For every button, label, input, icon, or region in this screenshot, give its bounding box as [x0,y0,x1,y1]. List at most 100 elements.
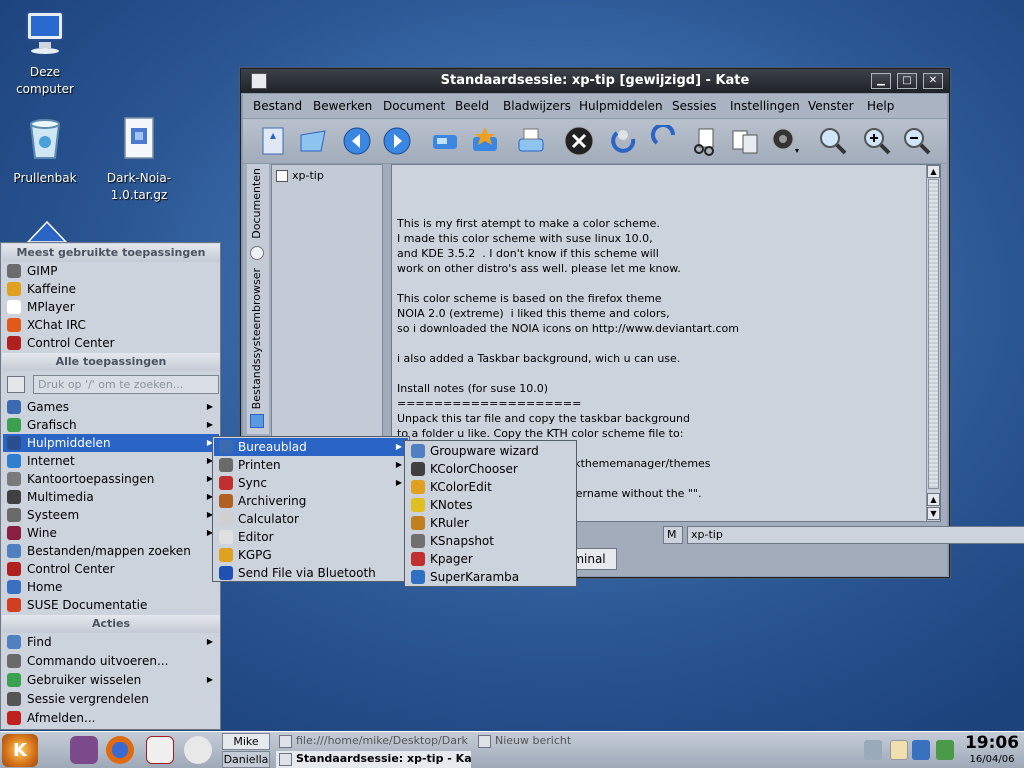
menu-item-suse-documentatie[interactable]: SUSE Documentatie [3,596,219,614]
tray-user-icon[interactable] [936,740,954,760]
task-konqueror[interactable]: file:///home/mike/Desktop/Dark [276,733,471,750]
menu-item-multimedia[interactable]: Multimedia ▶ [3,488,219,506]
mail-launcher-icon[interactable] [146,736,174,764]
menu-item-control-center[interactable]: Control Center [3,334,219,352]
print-icon[interactable] [515,125,547,157]
kate-titlebar[interactable]: Standaardsessie: xp-tip [gewijzigd] - Ka… [241,69,949,93]
menu-bewerken[interactable]: Bewerken [313,99,372,113]
submenu-item-kcolorchooser[interactable]: KColorChooser [406,460,575,478]
tray-network-icon[interactable] [864,740,882,760]
scroll-up-button[interactable]: ▲ [927,165,940,178]
submenu-item-printen[interactable]: Printen ▶ [214,456,408,474]
menu-item-bestanden-mappen-zoeken[interactable]: Bestanden/mappen zoeken [3,542,219,560]
desktop-pager-daniella[interactable]: Daniella [222,751,270,768]
minimize-button[interactable]: ▁ [871,73,891,89]
archive-icon [219,494,233,508]
menu-hulpmiddelen[interactable]: Hulpmiddelen [579,99,663,113]
document-item[interactable]: xp-tip [276,169,324,182]
menu-venster[interactable]: Venster [808,99,854,113]
forward-icon[interactable] [381,125,413,157]
menu-help[interactable]: Help [867,99,894,113]
chat-launcher-icon[interactable] [184,736,212,764]
menu-item-hulpmiddelen[interactable]: Hulpmiddelen ▶ [3,434,219,452]
terminal-launcher-icon[interactable] [70,736,98,764]
submenu-item-superkaramba[interactable]: SuperKaramba [406,568,575,586]
submenu-item-send-file-via-bluetooth[interactable]: Send File via Bluetooth [214,564,408,582]
menu-bestand[interactable]: Bestand [253,99,302,113]
menu-item-home[interactable]: Home [3,578,219,596]
undo-icon[interactable] [609,125,641,157]
menu-item-sessie-vergrendelen[interactable]: Sessie vergrendelen [3,690,219,708]
menu-search-input[interactable]: Druk op '/' om te zoeken... [33,375,219,394]
firefox-launcher-icon[interactable] [106,736,134,764]
menu-beeld[interactable]: Beeld [455,99,489,113]
desktop-pager-mike[interactable]: Mike [222,733,270,750]
submenu-item-sync[interactable]: Sync ▶ [214,474,408,492]
desktop-icon-computer[interactable]: Deze computer [0,8,90,98]
task-new-message[interactable]: Nieuw bericht [475,733,595,750]
menu-item-gimp[interactable]: GIMP [3,262,219,280]
zoom-in-icon[interactable] [861,125,893,157]
clock[interactable]: 19:06 16/04/06 [960,733,1024,766]
menu-sessies[interactable]: Sessies [672,99,716,113]
new-document-icon[interactable] [257,125,289,157]
desktop-icon-trash[interactable]: Prullenbak [0,114,90,187]
close-document-icon[interactable] [563,125,595,157]
open-folder-icon[interactable] [297,125,329,157]
submenu-item-knotes[interactable]: KNotes [406,496,575,514]
vertical-scrollbar[interactable]: ▲ ▲ ▼ [926,165,940,521]
submenu-item-editor[interactable]: Editor [214,528,408,546]
submenu-item-kruler[interactable]: KRuler [406,514,575,532]
tab-documents[interactable]: Documenten [250,168,263,239]
kate-app-icon[interactable] [251,73,267,89]
menu-item-kantoortoepassingen[interactable]: Kantoortoepassingen ▶ [3,470,219,488]
submenu-item-kgpg[interactable]: KGPG [214,546,408,564]
submenu-item-kcoloredit[interactable]: KColorEdit [406,478,575,496]
paste-icon[interactable] [769,125,801,157]
menu-item-xchat-irc[interactable]: XChat IRC [3,316,219,334]
clear-search-button[interactable] [7,376,25,393]
submenu-item-calculator[interactable]: Calculator [214,510,408,528]
menu-item-grafisch[interactable]: Grafisch ▶ [3,416,219,434]
save-icon[interactable] [429,125,461,157]
menu-item-wine[interactable]: Wine ▶ [3,524,219,542]
desktop-icon-archive[interactable]: Dark-Noia-1.0.tar.gz [94,114,184,204]
tray-volume-icon[interactable] [912,740,930,760]
menu-item-afmelden[interactable]: Afmelden... [3,709,219,727]
menu-item-find[interactable]: Find ▶ [3,633,219,651]
menu-bladwijzers[interactable]: Bladwijzers [503,99,571,113]
menu-item-control-center[interactable]: Control Center [3,560,219,578]
back-icon[interactable] [341,125,373,157]
scroll-up-button-lower[interactable]: ▲ [927,493,940,506]
tray-clipboard-icon[interactable] [890,740,908,760]
submenu-item-kpager[interactable]: Kpager [406,550,575,568]
menu-item-kaffeine[interactable]: Kaffeine [3,280,219,298]
menu-item-gebruiker-wisselen[interactable]: Gebruiker wisselen ▶ [3,671,219,689]
save-as-icon[interactable] [469,125,501,157]
menu-item-commando-uitvoeren[interactable]: Commando uitvoeren... [3,652,219,670]
zoom-out-icon[interactable] [901,125,933,157]
home-folder-icon[interactable] [24,218,70,244]
scroll-down-button[interactable]: ▼ [927,507,940,520]
menu-item-games[interactable]: Games ▶ [3,398,219,416]
find-icon[interactable] [817,125,849,157]
cut-icon[interactable] [689,125,721,157]
submenu-item-ksnapshot[interactable]: KSnapshot [406,532,575,550]
k-menu-button[interactable]: K [2,734,38,767]
redo-icon[interactable] [649,125,681,157]
submenu-item-archivering[interactable]: Archivering [214,492,408,510]
submenu-item-groupware-wizard[interactable]: Groupware wizard [406,442,575,460]
tab-filesystem-browser[interactable]: Bestandssysteembrowser [250,268,263,409]
menu-item-systeem[interactable]: Systeem ▶ [3,506,219,524]
close-button[interactable]: ✕ [923,73,943,89]
menu-item-mplayer[interactable]: MPlayer [3,298,219,316]
menu-instellingen[interactable]: Instellingen [730,99,800,113]
scroll-thumb[interactable] [928,179,939,489]
desktop-icon-label: Dark-Noia-1.0.tar.gz [106,171,172,202]
maximize-button[interactable]: □ [897,73,917,89]
menu-item-internet[interactable]: Internet ▶ [3,452,219,470]
menu-document[interactable]: Document [383,99,445,113]
submenu-item-bureaublad[interactable]: Bureaublad ▶ [214,438,408,456]
task-kate[interactable]: Standaardsessie: xp-tip - Kat [276,751,471,768]
copy-icon[interactable] [729,125,761,157]
